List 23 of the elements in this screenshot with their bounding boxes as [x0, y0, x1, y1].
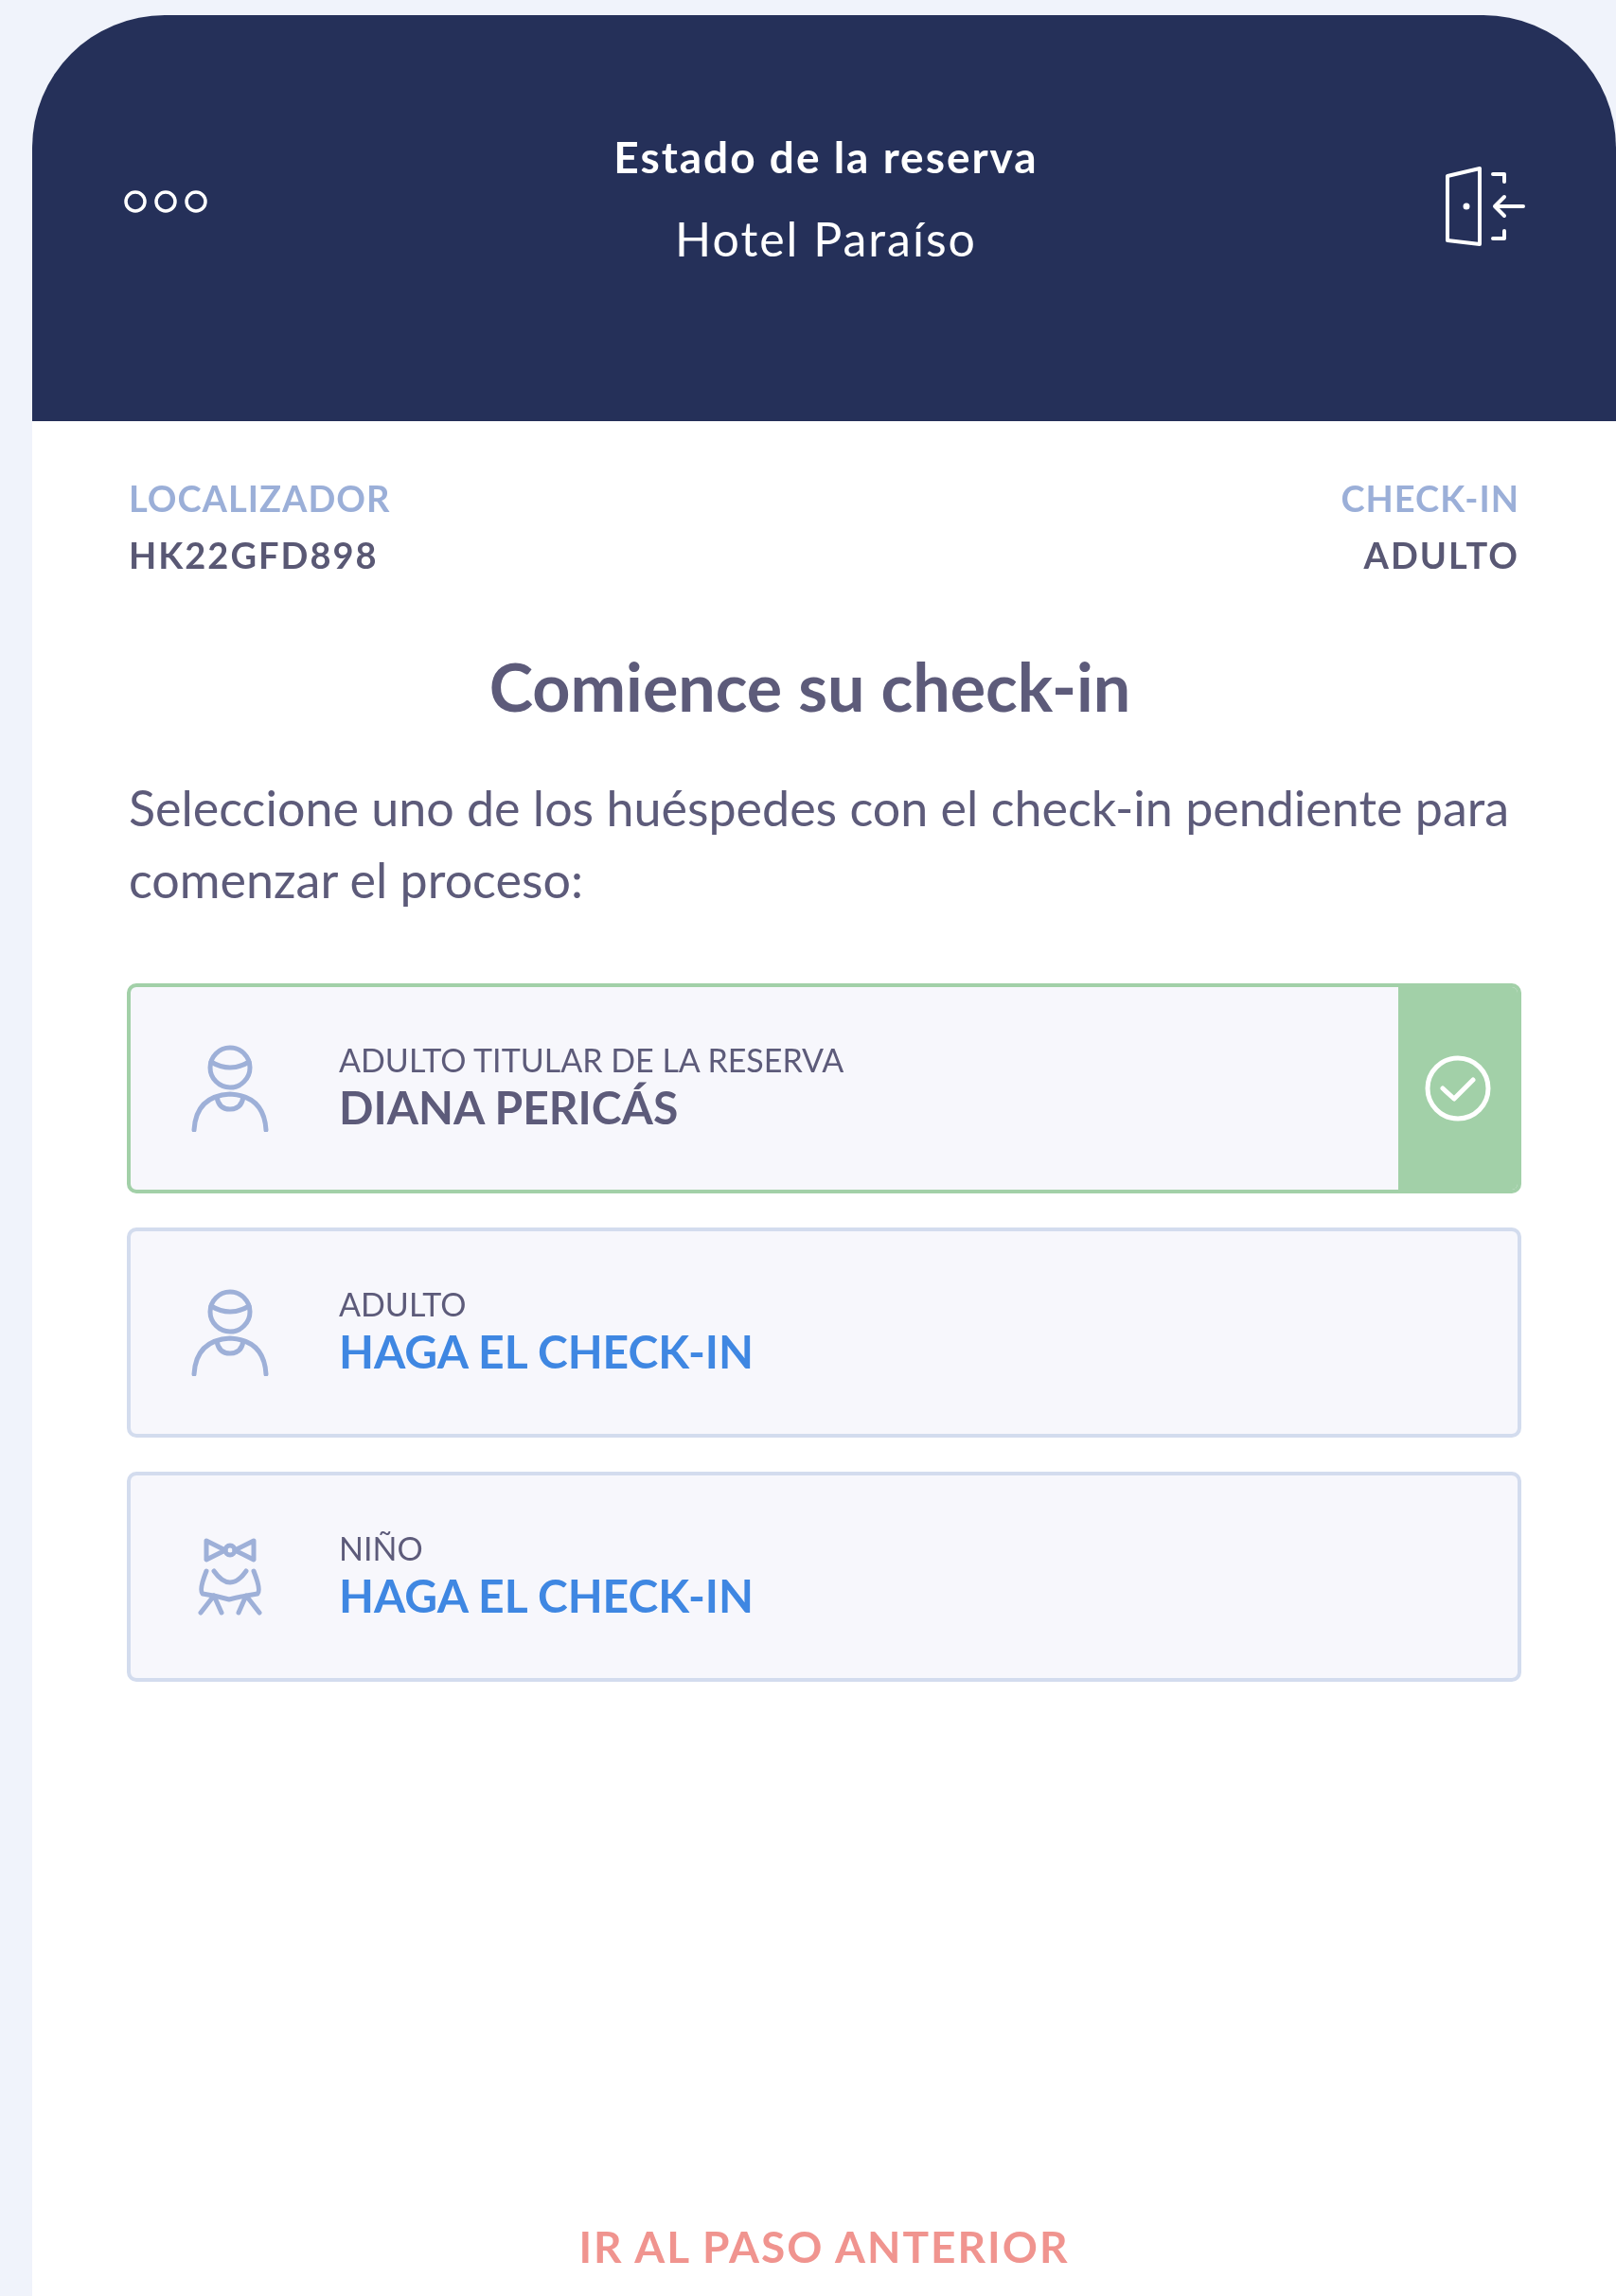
guest-type: ADULTO TITULAR DE LA RESERVA [339, 1041, 844, 1079]
page-heading: Comience su check-in [488, 648, 1131, 724]
guest-type: NIÑO [339, 1529, 424, 1567]
guest-card[interactable]: NIÑO HAGA EL CHECK-IN [127, 1472, 1521, 1682]
girl-icon [195, 1537, 265, 1616]
checkin-value: ADULTO [1363, 533, 1519, 576]
checkin-label: CHECK-IN [1341, 476, 1519, 520]
checkin-link[interactable]: HAGA EL CHECK-IN [339, 1323, 755, 1380]
guest-type: ADULTO [339, 1285, 468, 1323]
more-icon[interactable] [123, 189, 208, 214]
instructions-text: Seleccione uno de los huéspedes con el check-in pendiente para comenzar el proceso: [128, 777, 1511, 910]
locator-value: HK22GFD898 [129, 533, 380, 576]
person-icon [190, 1045, 270, 1132]
guest-card[interactable]: ADULTO TITULAR DE LA RESERVA DIANA PERICÁS [127, 983, 1521, 1193]
locator-label: LOCALIZADOR [129, 476, 391, 520]
header-title: Estado de la reserva [613, 130, 1039, 185]
checkin-link[interactable]: HAGA EL CHECK-IN [339, 1567, 755, 1624]
door-exit-icon[interactable] [1444, 167, 1525, 246]
header-subtitle: Hotel Paraíso [675, 210, 977, 267]
guest-card[interactable]: ADULTO HAGA EL CHECK-IN [127, 1227, 1521, 1438]
guest-name: DIANA PERICÁS [339, 1079, 680, 1136]
check-circle-icon [1424, 1054, 1492, 1122]
person-icon [190, 1289, 270, 1376]
